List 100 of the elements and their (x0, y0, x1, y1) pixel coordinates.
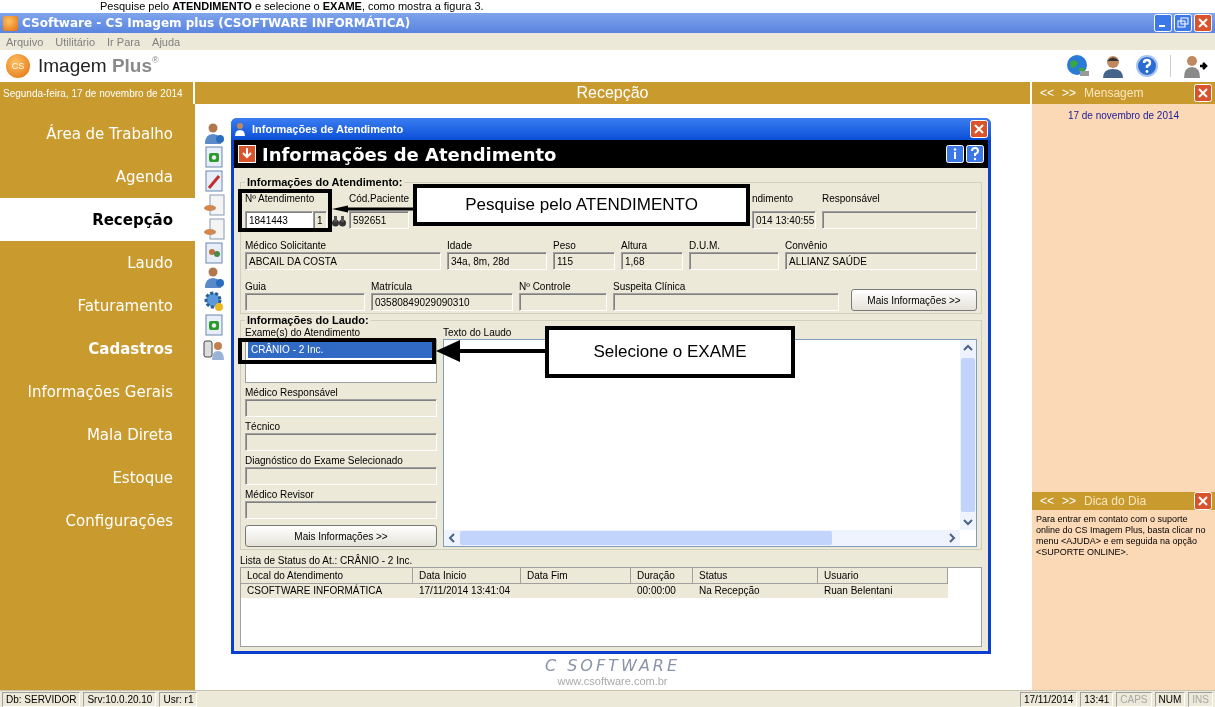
exam-item[interactable]: CRÂNIO - 2 Inc. (248, 342, 434, 358)
field-label: Matrícula (371, 280, 414, 293)
phone-person-icon[interactable] (203, 338, 225, 360)
person-icon[interactable] (203, 266, 225, 288)
date-label: Segunda-feira, 17 de novembro de 2014 (0, 82, 195, 104)
report-text-area[interactable] (443, 339, 977, 547)
status-panel: Srv:10.0.20.10 (83, 691, 157, 707)
callout: Selecione o EXAME (545, 326, 795, 378)
field-label: Técnico (245, 420, 281, 433)
field-label: Exame(s) do Atendimento (245, 326, 362, 339)
field-label: ndimento (752, 193, 795, 205)
field-label: Nº Controle (519, 280, 572, 293)
text-field[interactable]: 1 (313, 211, 327, 229)
gear-icon[interactable] (203, 290, 225, 312)
close-icon[interactable] (1194, 14, 1212, 32)
panel-title: Dica do Dia (1084, 494, 1147, 508)
download-icon (238, 145, 256, 163)
column-header[interactable]: Local do Atendimento (241, 568, 413, 584)
close-icon[interactable] (970, 120, 988, 138)
support-person-icon[interactable] (1102, 54, 1124, 78)
text-field[interactable]: 1841443 (245, 211, 313, 229)
table-cell-text: CSOFTWARE INFORMÁTICA (246, 584, 384, 598)
status-panel: CAPS (1116, 691, 1152, 707)
field-label: Suspeita Clínica (613, 280, 687, 293)
table-cell-text: Ruan Belentani (823, 584, 894, 598)
column-header[interactable]: Duração (631, 568, 693, 584)
horizontal-scrollbar[interactable] (444, 530, 960, 546)
panel-title: Mensagem (1084, 86, 1144, 100)
field-label: Médico Responsável (245, 386, 339, 399)
brand-logo: CS (6, 54, 30, 78)
table-row[interactable]: CSOFTWARE INFORMÁTICA 17/11/2014 13:41:04 00:00:00 Na Recepção Ruan Belentani (241, 584, 948, 598)
column-header[interactable]: Usuario (818, 568, 948, 584)
info-icon[interactable] (946, 145, 964, 163)
field-label: D.U.M. (689, 239, 722, 252)
column-header[interactable]: Data Inicio (413, 568, 521, 584)
text-field[interactable]: ABCAIL DA COSTA (245, 252, 441, 270)
field-label: Idade (447, 239, 474, 252)
field-label: Cód.Paciente (349, 193, 409, 205)
group-title: Informações do Laudo: (246, 314, 370, 326)
status-panel: 13:41 (1080, 691, 1114, 707)
status-panel: INS (1188, 691, 1213, 707)
sidebar-item[interactable]: Recepção (0, 198, 195, 241)
text-field[interactable]: 34a, 8m, 28d (447, 252, 547, 270)
text-field[interactable] (245, 501, 437, 519)
list-title: Lista de Status do At.: CRÂNIO - 2 Inc. (240, 555, 413, 566)
more-info-button[interactable]: Mais Informações >> (851, 289, 977, 311)
footer-logo: C SOFTWARE (544, 656, 681, 675)
more-info-button[interactable]: Mais Informações >> (245, 525, 437, 547)
column-header[interactable]: Status (693, 568, 818, 584)
window-title: CSoftware - CS Imagem plus (CSOFTWARE INFORMÁTICA) (22, 16, 411, 30)
people-document-icon[interactable] (203, 242, 225, 264)
table-cell-text: Na Recepção (698, 584, 761, 598)
field-label: Guia (245, 280, 268, 293)
vertical-scrollbar[interactable] (960, 340, 976, 530)
field-label: Médico Solicitante (245, 239, 328, 252)
text-field[interactable]: 03580849029090310 (371, 293, 513, 311)
globe-icon[interactable] (1066, 54, 1090, 78)
column-header[interactable]: Data Fim (521, 568, 631, 584)
table-cell-text: 17/11/2014 13:41:04 (418, 584, 511, 598)
status-panel: Db: SERVIDOR (2, 691, 81, 707)
text-field[interactable]: 115 (553, 252, 615, 270)
footer-url: www.csoftware.com.br (557, 675, 668, 687)
person-icon[interactable] (203, 122, 225, 144)
brand-name: Imagem Plus® (38, 55, 159, 77)
tip-text: Para entrar em contato com o suporte online do CS Imagem Plus, basta clicar no menu <AJUDA> e em seguida na opção <SUPORTE ONLINE>. (1035, 513, 1207, 559)
message-date: 17 de novembro de 2014 (1066, 110, 1181, 121)
text-field[interactable]: ALLIANZ SAÚDE (785, 252, 977, 270)
field-label: Diagnóstico do Exame Selecionado (245, 454, 404, 467)
app-logo-icon (3, 15, 18, 31)
help-icon[interactable] (1136, 55, 1158, 77)
group-title: Informações do Atendimento: (246, 176, 404, 188)
pen-document-icon[interactable] (203, 170, 225, 192)
text-field[interactable] (822, 211, 977, 229)
text-field[interactable] (613, 293, 839, 311)
text-field[interactable] (245, 433, 437, 451)
text-field[interactable] (519, 293, 607, 311)
field-label: Médico Revisor (245, 488, 315, 501)
binoculars-icon[interactable] (331, 213, 347, 229)
field-label: Altura (621, 239, 649, 252)
table-cell-text: 00:00:00 (636, 584, 677, 598)
dialog-heading: Informações de Atendimento (262, 143, 557, 165)
close-icon[interactable] (1194, 84, 1212, 102)
restore-icon[interactable] (1174, 14, 1192, 32)
close-icon[interactable] (1194, 492, 1212, 510)
callout: Pesquise pelo ATENDIMENTO (413, 184, 750, 226)
status-panel: 17/11/2014 (1019, 691, 1078, 707)
person-icon (234, 122, 248, 136)
section-title: Recepção (195, 82, 1032, 104)
text-field[interactable] (245, 467, 437, 485)
text-field[interactable] (245, 399, 437, 417)
text-field[interactable]: 592651 (349, 211, 409, 229)
minimize-icon[interactable] (1154, 14, 1172, 32)
status-panel: NUM (1154, 691, 1186, 707)
text-field[interactable] (245, 293, 365, 311)
field-label: Peso (553, 239, 577, 252)
text-field[interactable] (689, 252, 779, 270)
status-panel: Usr: r1 (159, 691, 198, 707)
text-field[interactable]: 1,68 (621, 252, 683, 270)
text-field[interactable]: 014 13:40:55 (752, 211, 816, 229)
logout-icon[interactable] (1183, 54, 1209, 78)
